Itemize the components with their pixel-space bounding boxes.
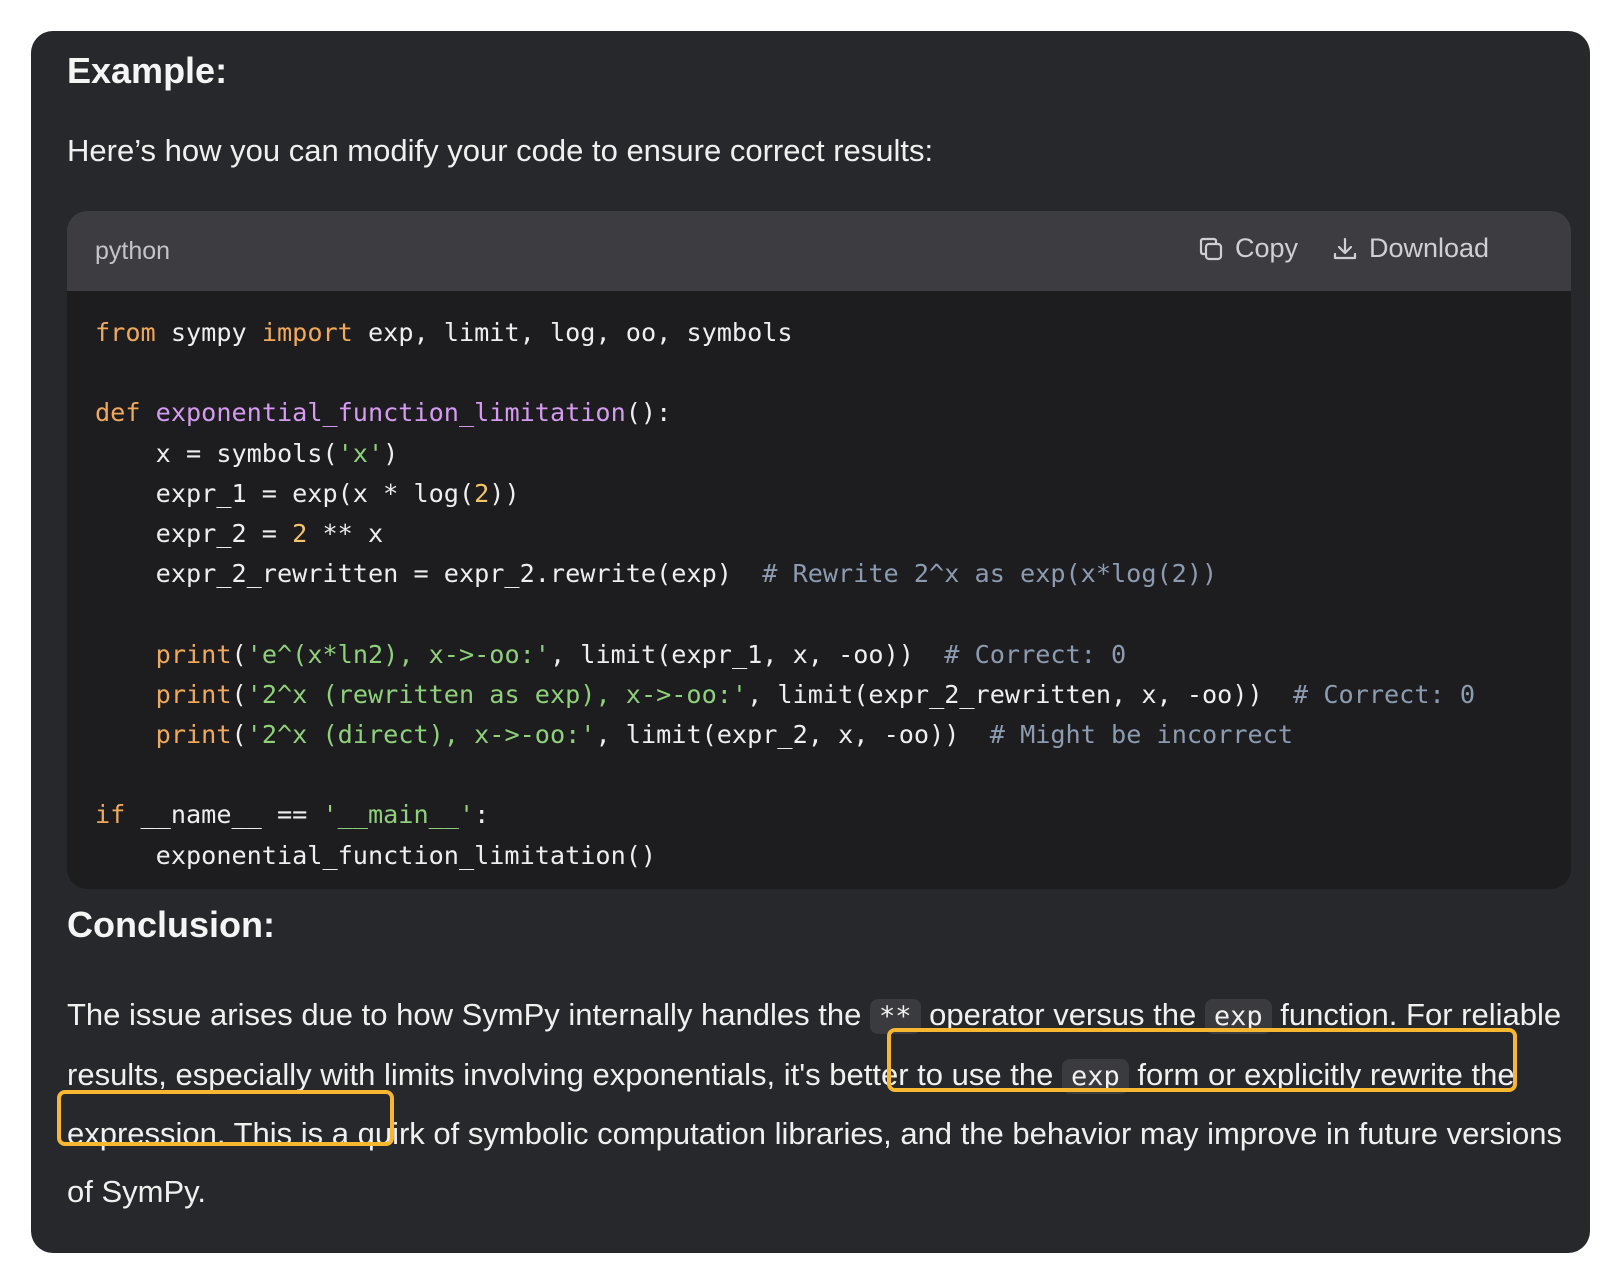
conclusion-text-segment: The issue arises due to how SymPy intern… (67, 997, 870, 1032)
code-line: expr_1 = exp(x * log(2)) (95, 478, 520, 508)
code-line: print('e^(x*ln2), x->-oo:', limit(expr_1… (155, 639, 1127, 669)
code-block-header: python Copy Download (67, 211, 1571, 291)
code-line: x = symbols('x') (95, 438, 399, 468)
code-line: def exponential_function_limitation(): (95, 398, 672, 428)
example-heading: Example: (67, 50, 228, 91)
copy-button[interactable]: Copy (1197, 233, 1298, 264)
code-block: python Copy Download from sympy import e… (67, 211, 1571, 889)
conclusion-heading: Conclusion: (67, 904, 275, 945)
code-line: exponential_function_limitation() (95, 840, 657, 870)
code-line: print('2^x (direct), x->-oo:', limit(exp… (155, 720, 1294, 750)
copy-icon (1197, 235, 1225, 263)
code-line: if __name__ == '__main__': (95, 800, 490, 830)
code-line: from sympy import exp, limit, log, oo, s… (95, 318, 793, 347)
code-line: expr_2 = 2 ** x (95, 519, 384, 549)
assistant-message: Example: Here’s how you can modify your … (31, 31, 1590, 1253)
download-icon (1331, 235, 1359, 263)
intro-text: Here’s how you can modify your code to e… (67, 133, 934, 168)
download-button[interactable]: Download (1331, 233, 1489, 264)
conclusion-text-segment: operator versus the (920, 997, 1205, 1032)
code-language-label: python (95, 237, 171, 265)
highlight-box (57, 1090, 394, 1146)
download-label: Download (1369, 233, 1490, 263)
highlight-box (887, 1028, 1517, 1092)
code-line: expr_2_rewritten = expr_2.rewrite(exp) #… (95, 559, 1218, 589)
code-content: from sympy import exp, limit, log, oo, s… (67, 291, 1571, 876)
copy-label: Copy (1235, 233, 1299, 263)
code-line: print('2^x (rewritten as exp), x->-oo:',… (155, 679, 1475, 709)
